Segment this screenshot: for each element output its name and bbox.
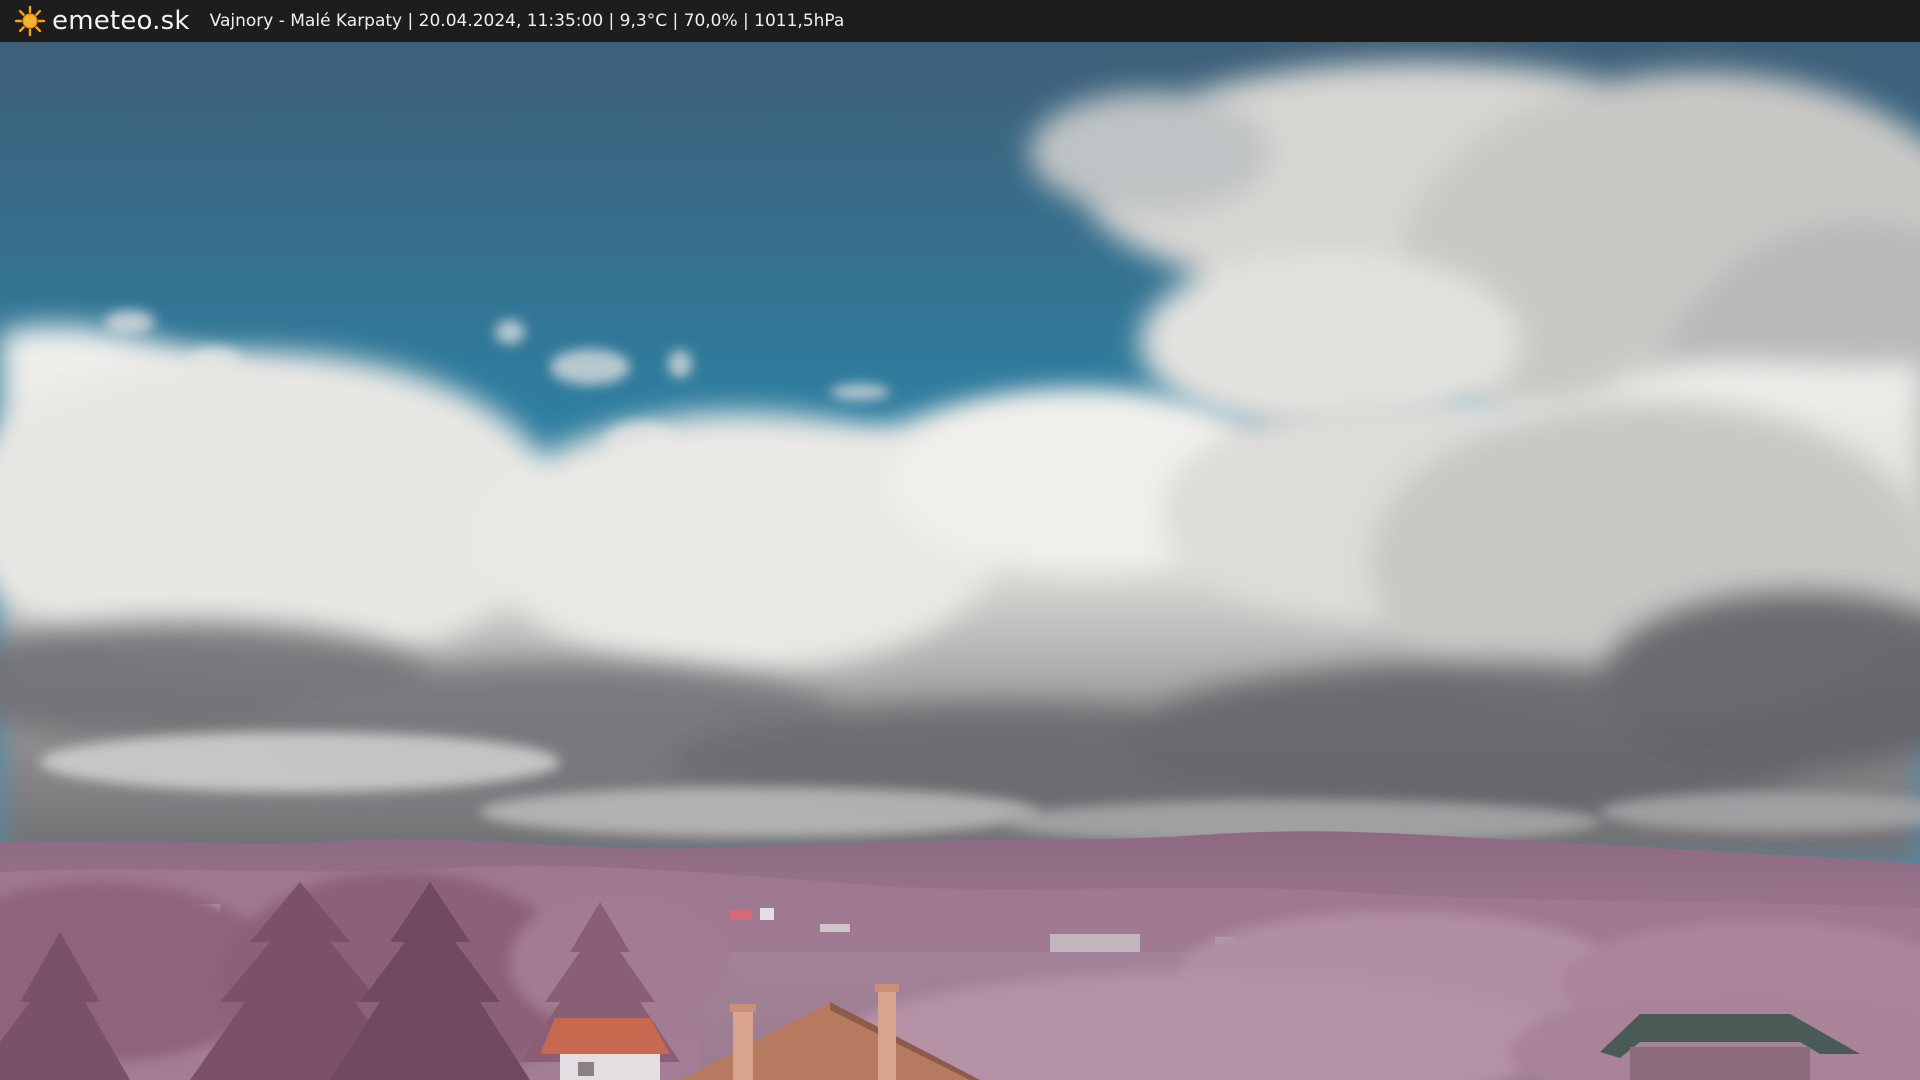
webcam-image bbox=[0, 42, 1920, 1080]
brand-logo[interactable]: emeteo.sk bbox=[14, 5, 190, 37]
webcam-frame: emeteo.sk Vajnory - Malé Karpaty | 20.04… bbox=[0, 0, 1920, 1080]
brand-name: emeteo.sk bbox=[52, 6, 190, 36]
sun-icon bbox=[14, 5, 46, 37]
info-bar: emeteo.sk Vajnory - Malé Karpaty | 20.04… bbox=[0, 0, 1920, 42]
station-readout: Vajnory - Malé Karpaty | 20.04.2024, 11:… bbox=[209, 11, 845, 31]
